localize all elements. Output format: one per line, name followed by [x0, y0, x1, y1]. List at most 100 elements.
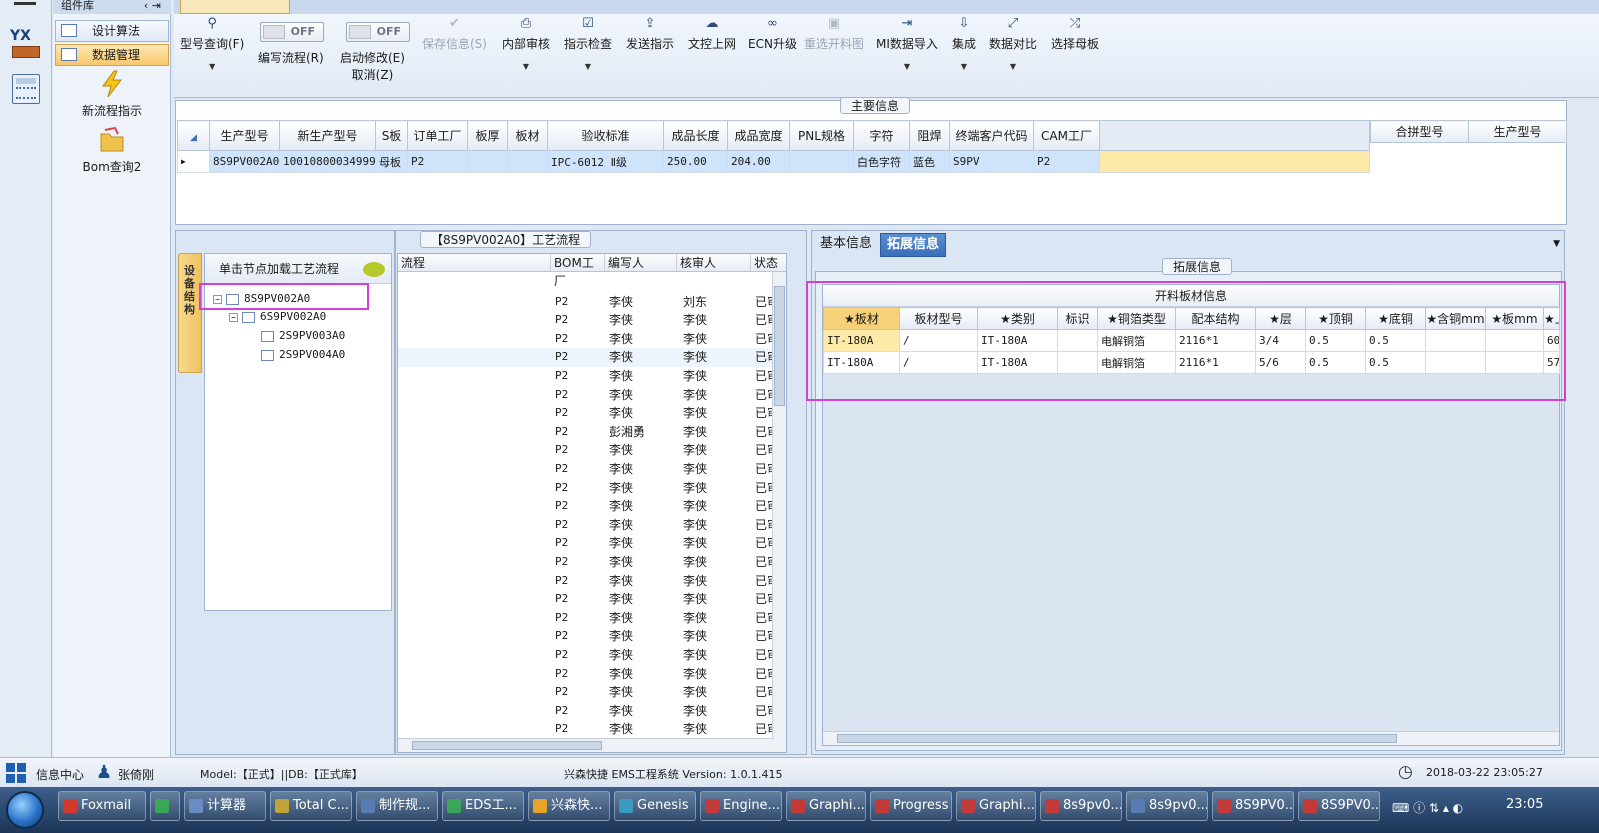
ecn-upgrade-button[interactable]: ∞ ECN升级	[748, 16, 797, 52]
col-header[interactable]: S板	[375, 120, 408, 151]
data-compare-button[interactable]: ⤢ 数据对比 ▼	[989, 16, 1037, 71]
panel-menu-icon[interactable]: ▼	[1553, 239, 1560, 249]
col-header[interactable]: 生产型号	[1468, 120, 1567, 143]
table-row[interactable]: IT-180A / IT-180A 电解铜箔 2116*1 3/4 0.5 0.…	[823, 329, 1560, 352]
ribbon-tab-new-flow[interactable]	[180, 0, 290, 14]
save-info-button[interactable]: ✔ 保存信息(S)	[422, 16, 487, 52]
col-header[interactable]: 核审人	[677, 254, 751, 272]
table-cell[interactable]	[1485, 351, 1544, 374]
table-cell[interactable]	[1485, 329, 1544, 352]
col-header[interactable]: ★类别	[977, 307, 1058, 330]
tree-node[interactable]: 2S9PV003A0	[261, 328, 345, 344]
table-cell[interactable]	[467, 150, 508, 173]
chevron-down-icon[interactable]: ▼	[502, 62, 550, 71]
flow-row[interactable]: 激光钻孔P2李侠李侠已审核	[398, 572, 774, 591]
col-header[interactable]: 终端客户代码	[949, 120, 1034, 151]
info-center-link[interactable]: 信息中心	[36, 766, 84, 783]
table-cell[interactable]: 白色字符	[853, 150, 910, 173]
reselect-cutting-button[interactable]: ▣ 重选开料图	[804, 16, 864, 52]
table-cell[interactable]: 2116*1	[1175, 329, 1256, 352]
model-query-button[interactable]: ⚲ 型号查询(F) ▼	[180, 16, 244, 71]
table-cell[interactable]: 0.5	[1365, 351, 1426, 374]
table-cell[interactable]	[789, 150, 854, 173]
flow-row[interactable]: 盲孔检查P2李侠李侠已审核	[398, 683, 774, 702]
flow-row[interactable]: 压合P2彭湘勇李侠已审核	[398, 423, 774, 442]
taskbar-item[interactable]: Engine...	[700, 791, 782, 821]
table-cell[interactable]: 3/4	[1255, 329, 1306, 352]
table-cell[interactable]: 电解铜箔	[1097, 329, 1176, 352]
table-cell[interactable]: 204.00	[727, 150, 790, 173]
instruction-check-button[interactable]: ☑ 指示检查 ▼	[564, 16, 612, 71]
select-motherboard-button[interactable]: ⤮ 选择母板	[1051, 16, 1099, 52]
taskbar-item[interactable]: Total C...	[270, 791, 352, 821]
tab-device-structure[interactable]: 设备结构	[178, 253, 202, 373]
bom-query-button[interactable]: Bom查询2	[53, 126, 171, 175]
flow-row[interactable]: −流程指示P2李侠刘东已审核	[398, 293, 774, 312]
integrate-button[interactable]: ⇩ 集成 ▼	[952, 16, 976, 71]
table-cell[interactable]: 10010800034999	[279, 150, 376, 173]
flow-row[interactable]: 开料P2李侠李侠已审核	[398, 348, 774, 367]
col-header[interactable]: 成品长度	[663, 120, 728, 151]
write-flow-toggle[interactable]: OFF	[260, 22, 324, 42]
taskbar-item[interactable]: 兴森快...	[528, 791, 610, 821]
flow-row[interactable]: −沉铜1P2李侠李侠已审核	[398, 702, 774, 721]
tab-basic-info[interactable]: 基本信息	[814, 233, 878, 257]
mi-import-button[interactable]: ⇥ MI数据导入 ▼	[876, 16, 938, 71]
nav-item-data-management[interactable]: 数据管理	[55, 44, 169, 66]
table-cell[interactable]: 0.5	[1305, 329, 1366, 352]
table-row[interactable]: ▶ 8S9PV002A0 10010800034999 母板 P2 IPC-60…	[177, 150, 1370, 173]
taskbar-item[interactable]: 制作规...	[356, 791, 438, 821]
chevron-down-icon[interactable]: ▼	[952, 62, 976, 71]
col-header[interactable]: 验收标准	[547, 120, 664, 151]
table-cell[interactable]: IT-180A	[977, 351, 1058, 374]
flow-row[interactable]: 化学清洗1P2李侠李侠已审核	[398, 646, 774, 665]
col-header[interactable]: PNL规格	[789, 120, 854, 151]
flow-row[interactable]: 等离子处理P2李侠李侠已审核	[398, 609, 774, 628]
col-header[interactable]: 阻焊	[909, 120, 950, 151]
col-header[interactable]: 编写人	[605, 254, 677, 272]
flow-row[interactable]: −开料P2李侠李侠已审核	[398, 330, 774, 349]
vertical-scrollbar[interactable]	[772, 272, 786, 752]
nav-collapse-icon[interactable]: ‹ ⇥	[144, 0, 171, 12]
flow-row[interactable]: X-Ray冲孔P2李侠李侠已审核	[398, 441, 774, 460]
col-header[interactable]: ★层	[1255, 307, 1306, 330]
col-header[interactable]: 配本结构	[1175, 307, 1256, 330]
col-header[interactable]: BOM工厂	[551, 254, 605, 288]
table-cell[interactable]: 蓝色	[909, 150, 950, 173]
col-header[interactable]: 状态	[751, 254, 786, 272]
table-cell[interactable]: IT-180A	[977, 329, 1058, 352]
taskbar-item[interactable]: 8s9pv0...	[1126, 791, 1208, 821]
flow-row[interactable]: 预排P2李侠李侠已审核	[398, 386, 774, 405]
taskbar-item[interactable]: EDS工...	[442, 791, 524, 821]
scroll-thumb[interactable]	[412, 741, 602, 750]
internal-review-button[interactable]: ⎙ 内部审核 ▼	[502, 16, 550, 71]
taskbar-clock[interactable]: 23:05	[1506, 797, 1543, 812]
col-header[interactable]: 字符	[853, 120, 910, 151]
col-header[interactable]: 订单工厂	[407, 120, 468, 151]
table-cell[interactable]: 250.00	[663, 150, 728, 173]
table-cell[interactable]: 57	[1543, 351, 1560, 374]
scroll-thumb[interactable]	[774, 286, 785, 406]
flow-row[interactable]: −AOIP2李侠李侠已审核	[398, 665, 774, 684]
col-header[interactable]: 生产型号	[209, 120, 280, 151]
flow-row[interactable]: 烘板P2李侠李侠已审核	[398, 497, 774, 516]
table-cell[interactable]: 电解铜箔	[1097, 351, 1176, 374]
col-header[interactable]: ★板mm	[1485, 307, 1544, 330]
chevron-down-icon[interactable]: ▼	[180, 62, 244, 71]
chevron-down-icon[interactable]: ▼	[989, 62, 1037, 71]
flow-row[interactable]: −层压P2李侠李侠已审核	[398, 367, 774, 386]
taskbar-item[interactable]: 计算器	[184, 791, 266, 821]
table-cell[interactable]: 5/6	[1255, 351, 1306, 374]
taskbar-item[interactable]: Graphi...	[786, 791, 866, 821]
table-cell[interactable]: IT-180A	[823, 329, 900, 352]
horizontal-scrollbar[interactable]	[823, 731, 1559, 745]
tree-node[interactable]: − 8S9PV002A0	[213, 291, 310, 307]
col-header[interactable]: 新生产型号	[279, 120, 376, 151]
flow-row[interactable]: 棕化P2李侠李侠已审核	[398, 534, 774, 553]
table-cell[interactable]: S9PV	[949, 150, 1034, 173]
calculator-icon[interactable]	[12, 74, 40, 104]
table-cell[interactable]: 60	[1543, 329, 1560, 352]
tray-icons[interactable]: ⌨ ⓘ ⇅ ▴ ◐	[1392, 799, 1463, 816]
table-cell[interactable]: P2	[407, 150, 468, 173]
table-cell[interactable]	[1057, 329, 1098, 352]
